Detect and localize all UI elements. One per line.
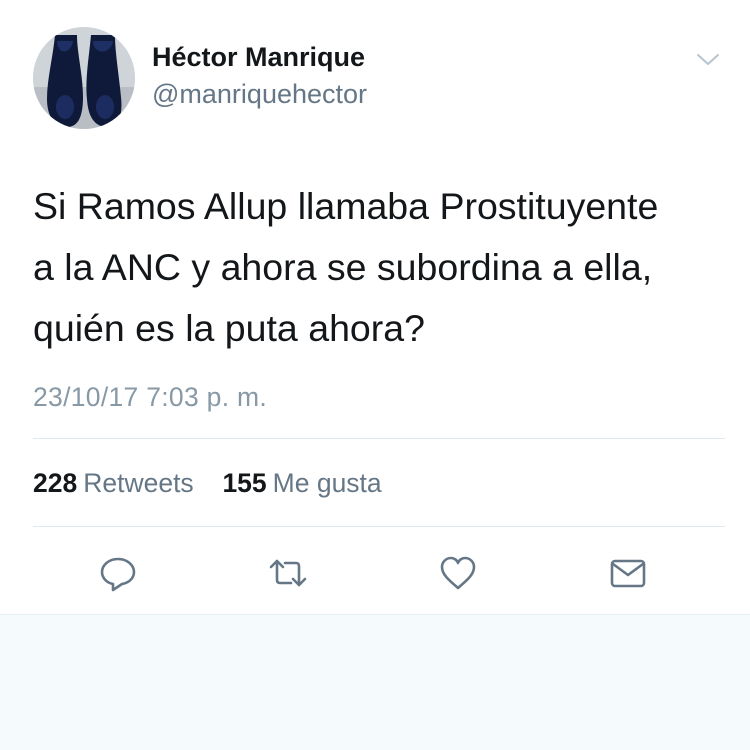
avatar-shoes-image <box>33 27 135 129</box>
display-name[interactable]: Héctor Manrique <box>152 42 365 73</box>
likes-stat[interactable]: 155 Me gusta <box>215 468 382 498</box>
retweets-count: 228 <box>33 468 78 498</box>
divider <box>33 526 725 527</box>
retweet-icon <box>269 559 307 587</box>
divider <box>33 438 725 439</box>
heart-icon <box>440 556 476 590</box>
avatar[interactable] <box>33 27 135 129</box>
tweet-timestamp[interactable]: 23/10/17 7:03 p. m. <box>33 382 267 413</box>
likes-label: Me gusta <box>272 468 382 498</box>
direct-message-button[interactable] <box>608 553 648 593</box>
tweet-text: Si Ramos Allup llamaba Prostituyente a l… <box>33 185 659 349</box>
retweets-label: Retweets <box>83 468 194 498</box>
chevron-down-icon[interactable] <box>695 50 721 68</box>
reply-button[interactable] <box>98 553 138 593</box>
envelope-icon <box>610 559 646 588</box>
likes-count: 155 <box>222 468 267 498</box>
retweet-button[interactable] <box>268 553 308 593</box>
like-button[interactable] <box>438 553 478 593</box>
reply-icon <box>100 557 136 592</box>
user-handle[interactable]: @manriquehector <box>152 79 367 110</box>
retweets-stat[interactable]: 228 Retweets <box>33 468 201 498</box>
tweet-card: Héctor Manrique @manriquehector Si Ramos… <box>0 0 750 615</box>
tweet-stats: 228 Retweets 155 Me gusta <box>33 468 382 499</box>
